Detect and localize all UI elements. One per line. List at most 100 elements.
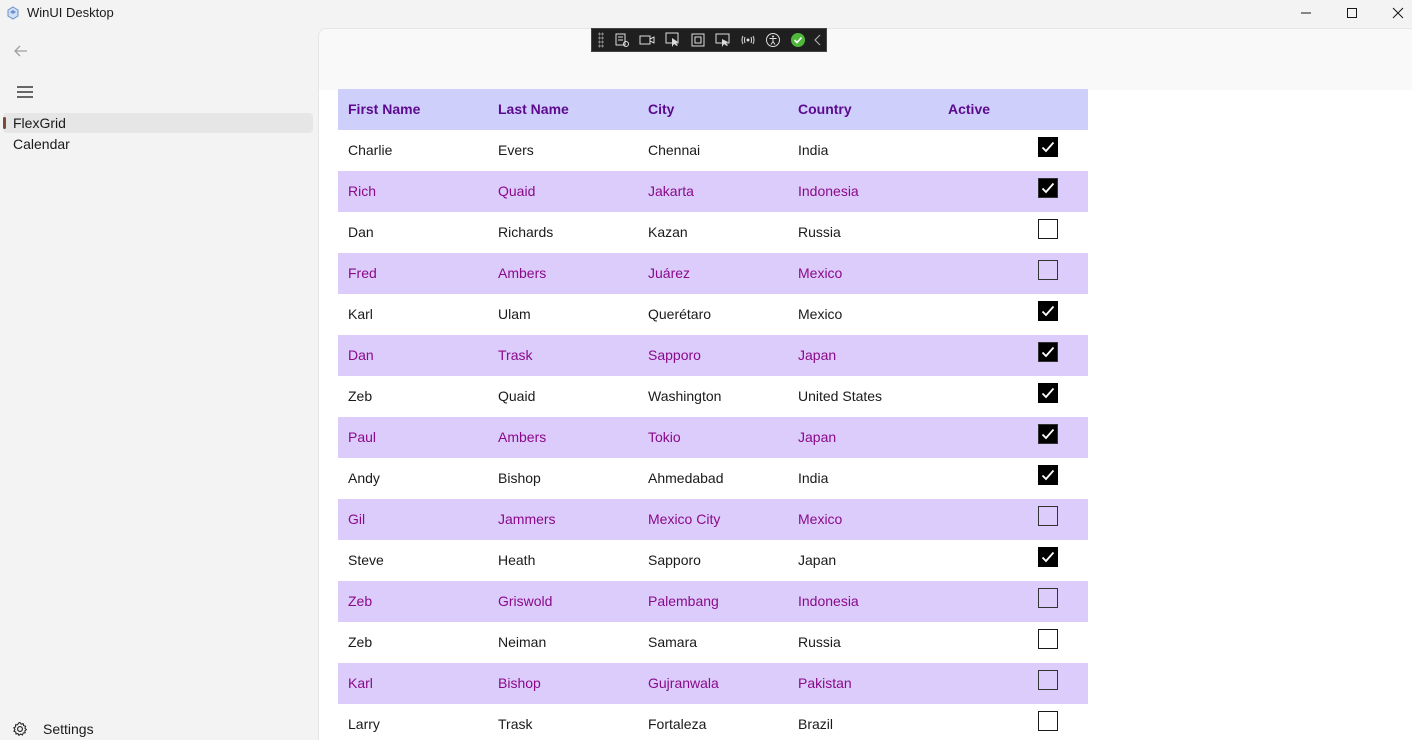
active-checkbox[interactable]	[1038, 465, 1058, 485]
table-row[interactable]: Charlie Evers Chennai India	[338, 130, 1088, 171]
cell-last[interactable]: Trask	[488, 704, 638, 740]
cell-last[interactable]: Ambers	[488, 417, 638, 458]
cell-city[interactable]: Gujranwala	[638, 663, 788, 704]
cell-last[interactable]: Evers	[488, 130, 638, 171]
cell-city[interactable]: Jakarta	[638, 171, 788, 212]
cell-last[interactable]: Bishop	[488, 458, 638, 499]
cell-first[interactable]: Dan	[338, 335, 488, 376]
cell-country[interactable]: Japan	[788, 335, 938, 376]
cell-city[interactable]: Palembang	[638, 581, 788, 622]
cell-city[interactable]: Querétaro	[638, 294, 788, 335]
maximize-button[interactable]	[1329, 0, 1375, 26]
nav-item-calendar[interactable]: Calendar	[3, 134, 313, 154]
table-row[interactable]: Dan Trask Sapporo Japan	[338, 335, 1088, 376]
cell-country[interactable]: Brazil	[788, 704, 938, 740]
cell-last[interactable]: Heath	[488, 540, 638, 581]
settings-nav-item[interactable]: Settings	[12, 719, 94, 739]
cell-last[interactable]: Bishop	[488, 663, 638, 704]
cell-city[interactable]: Juárez	[638, 253, 788, 294]
cell-first[interactable]: Zeb	[338, 581, 488, 622]
active-checkbox[interactable]	[1038, 588, 1058, 608]
cell-first[interactable]: Zeb	[338, 622, 488, 663]
cell-country[interactable]: Mexico	[788, 294, 938, 335]
cell-first[interactable]: Charlie	[338, 130, 488, 171]
cell-last[interactable]: Griswold	[488, 581, 638, 622]
cell-city[interactable]: Mexico City	[638, 499, 788, 540]
table-row[interactable]: Zeb Neiman Samara Russia	[338, 622, 1088, 663]
column-header-active[interactable]: Active	[938, 89, 1088, 130]
select-element-button[interactable]	[660, 29, 685, 51]
column-header-last-name[interactable]: Last Name	[488, 89, 638, 130]
cell-first[interactable]: Andy	[338, 458, 488, 499]
table-row[interactable]: Andy Bishop Ahmedabad India	[338, 458, 1088, 499]
cell-first[interactable]: Paul	[338, 417, 488, 458]
cell-country[interactable]: United States	[788, 376, 938, 417]
display-layout-adorners-button[interactable]	[685, 29, 710, 51]
track-focus-button[interactable]	[710, 29, 735, 51]
active-checkbox[interactable]	[1038, 137, 1058, 157]
table-row[interactable]: Karl Ulam Querétaro Mexico	[338, 294, 1088, 335]
table-row[interactable]: Dan Richards Kazan Russia	[338, 212, 1088, 253]
active-checkbox[interactable]	[1038, 506, 1058, 526]
collapse-toolbar-button[interactable]	[811, 29, 826, 51]
cell-first[interactable]: Fred	[338, 253, 488, 294]
table-row[interactable]: Paul Ambers Tokio Japan	[338, 417, 1088, 458]
cell-country[interactable]: Russia	[788, 212, 938, 253]
cell-country[interactable]: Mexico	[788, 499, 938, 540]
active-checkbox[interactable]	[1038, 260, 1058, 280]
cell-last[interactable]: Jammers	[488, 499, 638, 540]
cell-last[interactable]: Quaid	[488, 376, 638, 417]
active-checkbox[interactable]	[1038, 342, 1058, 362]
table-row[interactable]: Rich Quaid Jakarta Indonesia	[338, 171, 1088, 212]
table-row[interactable]: Steve Heath Sapporo Japan	[338, 540, 1088, 581]
cell-city[interactable]: Tokio	[638, 417, 788, 458]
minimize-button[interactable]	[1283, 0, 1329, 26]
back-button[interactable]	[10, 40, 32, 62]
cell-country[interactable]: India	[788, 130, 938, 171]
active-checkbox[interactable]	[1038, 711, 1058, 731]
cell-last[interactable]: Trask	[488, 335, 638, 376]
cell-first[interactable]: Rich	[338, 171, 488, 212]
cell-first[interactable]: Dan	[338, 212, 488, 253]
cell-country[interactable]: Japan	[788, 540, 938, 581]
status-ok-button[interactable]	[785, 29, 810, 51]
accessibility-button[interactable]	[760, 29, 785, 51]
cell-first[interactable]: Gil	[338, 499, 488, 540]
active-checkbox[interactable]	[1038, 219, 1058, 239]
toolbar-grip-icon[interactable]	[598, 32, 604, 48]
cell-city[interactable]: Fortaleza	[638, 704, 788, 740]
live-visual-tree-button[interactable]	[610, 29, 635, 51]
cell-last[interactable]: Richards	[488, 212, 638, 253]
table-row[interactable]: Zeb Griswold Palembang Indonesia	[338, 581, 1088, 622]
cell-country[interactable]: Mexico	[788, 253, 938, 294]
cell-last[interactable]: Ulam	[488, 294, 638, 335]
active-checkbox[interactable]	[1038, 629, 1058, 649]
column-header-country[interactable]: Country	[788, 89, 938, 130]
cell-first[interactable]: Zeb	[338, 376, 488, 417]
active-checkbox[interactable]	[1038, 383, 1058, 403]
cell-first[interactable]: Steve	[338, 540, 488, 581]
active-checkbox[interactable]	[1038, 424, 1058, 444]
cell-last[interactable]: Quaid	[488, 171, 638, 212]
column-header-first-name[interactable]: First Name	[338, 89, 488, 130]
table-row[interactable]: Zeb Quaid Washington United States	[338, 376, 1088, 417]
cell-country[interactable]: Japan	[788, 417, 938, 458]
close-button[interactable]	[1375, 0, 1412, 26]
cell-first[interactable]: Larry	[338, 704, 488, 740]
cell-last[interactable]: Ambers	[488, 253, 638, 294]
cell-city[interactable]: Sapporo	[638, 335, 788, 376]
record-button[interactable]	[635, 29, 660, 51]
cell-city[interactable]: Chennai	[638, 130, 788, 171]
cell-first[interactable]: Karl	[338, 294, 488, 335]
cell-country[interactable]: Pakistan	[788, 663, 938, 704]
cell-country[interactable]: Russia	[788, 622, 938, 663]
nav-item-flexgrid[interactable]: FlexGrid	[3, 113, 313, 133]
active-checkbox[interactable]	[1038, 670, 1058, 690]
menu-toggle-button[interactable]	[14, 82, 36, 102]
cell-city[interactable]: Sapporo	[638, 540, 788, 581]
active-checkbox[interactable]	[1038, 301, 1058, 321]
cell-first[interactable]: Karl	[338, 663, 488, 704]
table-row[interactable]: Gil Jammers Mexico City Mexico	[338, 499, 1088, 540]
cell-country[interactable]: Indonesia	[788, 171, 938, 212]
cell-city[interactable]: Washington	[638, 376, 788, 417]
